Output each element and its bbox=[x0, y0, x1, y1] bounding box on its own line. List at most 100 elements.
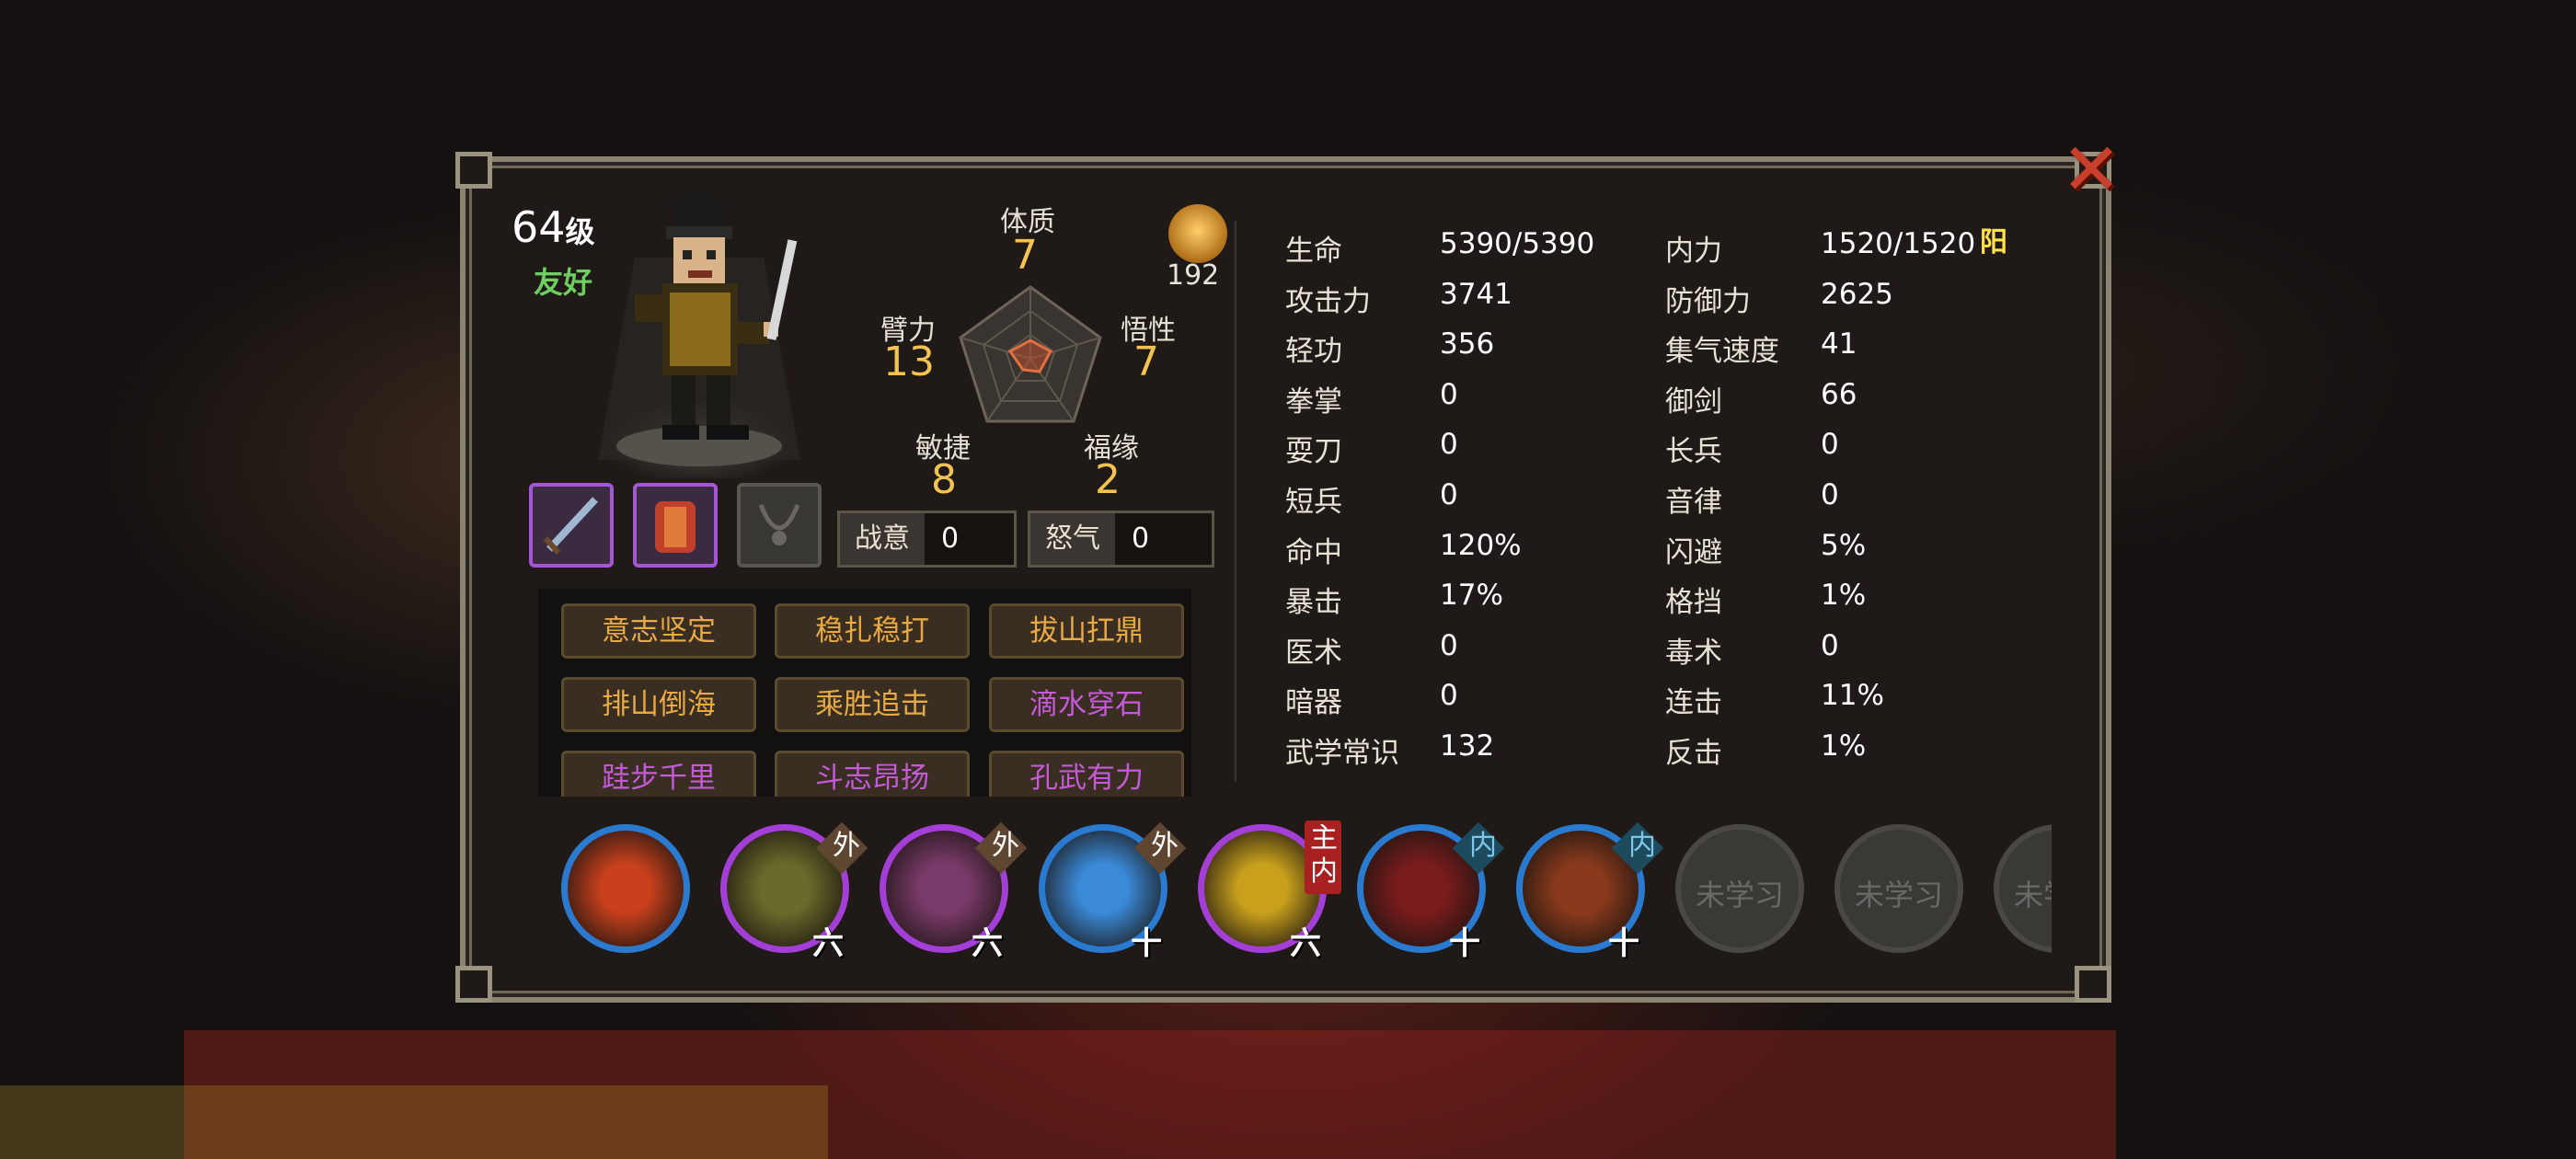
stat-value: 0 bbox=[1821, 628, 1839, 662]
skill-level-mark: 十 bbox=[1449, 925, 1480, 962]
skill-level-mark: 十 bbox=[1131, 925, 1162, 962]
stat-value: 0 bbox=[1440, 428, 1458, 462]
stat-value: 66 bbox=[1821, 377, 1857, 411]
stat-label: 音律 bbox=[1665, 486, 1722, 519]
stat-value: 0 bbox=[1821, 428, 1839, 462]
trait-label: 乘胜追击 bbox=[815, 688, 929, 721]
stat-label: 毒术 bbox=[1665, 636, 1722, 670]
stat-label: 闪避 bbox=[1665, 535, 1722, 569]
skill-icon[interactable] bbox=[561, 824, 690, 953]
trait-label: 稳扎稳打 bbox=[815, 614, 929, 648]
trait-label: 拔山扛鼎 bbox=[1029, 614, 1144, 648]
stat-label: 生命 bbox=[1285, 235, 1342, 268]
stat-value: 0 bbox=[1440, 478, 1458, 511]
equip-slot-accessory[interactable] bbox=[737, 483, 822, 568]
skill-type-text: 外 bbox=[833, 830, 860, 862]
trait-tag[interactable]: 跬步千里 bbox=[561, 751, 756, 797]
trait-label: 排山倒海 bbox=[602, 688, 716, 721]
character-portrait bbox=[570, 184, 828, 478]
attr-insight-value: 7 bbox=[1133, 339, 1159, 385]
locked-skill-slot[interactable]: 未学习 bbox=[1994, 824, 2052, 953]
locked-skill-slot[interactable]: 未学习 bbox=[1834, 824, 1963, 953]
locked-skill-label: 未学习 bbox=[1854, 878, 1943, 912]
trait-tag[interactable]: 斗志昂扬 bbox=[775, 751, 970, 797]
fighting-spirit-meter: 战意 0 bbox=[837, 511, 1017, 568]
trait-label: 跬步千里 bbox=[602, 762, 716, 795]
trait-tag[interactable]: 拔山扛鼎 bbox=[989, 603, 1184, 659]
close-icon[interactable]: ✕ bbox=[2059, 134, 2123, 206]
equip-slot-weapon[interactable] bbox=[529, 483, 614, 568]
stat-value: 1% bbox=[1821, 729, 1867, 763]
rage-label: 怒气 bbox=[1030, 513, 1115, 565]
stat-label: 拳掌 bbox=[1285, 384, 1342, 419]
stat-value: 120% bbox=[1440, 528, 1522, 562]
fame-value: 192 bbox=[1167, 259, 1220, 292]
fighting-spirit-value: 0 bbox=[941, 522, 960, 555]
stat-value: 2625 bbox=[1821, 277, 1893, 311]
trait-label: 斗志昂扬 bbox=[815, 762, 929, 795]
locked-skill-label: 未学习 bbox=[2013, 878, 2052, 912]
trait-tag[interactable]: 稳扎稳打 bbox=[775, 603, 970, 659]
stat-label: 短兵 bbox=[1285, 486, 1342, 519]
attr-strength-value: 13 bbox=[883, 339, 935, 385]
fighting-spirit-label: 战意 bbox=[840, 513, 925, 565]
panel-corner-tl bbox=[455, 152, 492, 189]
skill-type-text: 内 bbox=[1628, 830, 1656, 862]
attr-constitution-value: 7 bbox=[1012, 232, 1038, 279]
skill-level-mark: 六 bbox=[812, 925, 844, 962]
traits-list[interactable]: 意志坚定 稳扎稳打 拔山扛鼎 排山倒海 乘胜追击 滴水穿石 跬步千里 斗志昂扬 … bbox=[538, 589, 1191, 797]
stat-value: 3741 bbox=[1440, 277, 1512, 311]
stat-label: 命中 bbox=[1285, 535, 1342, 569]
stat-value: 5390/5390 bbox=[1440, 227, 1595, 260]
attr-agility-value: 8 bbox=[931, 456, 957, 503]
panel-corner-br bbox=[2075, 966, 2111, 1003]
stat-label: 格挡 bbox=[1665, 586, 1722, 620]
panel-corner-bl bbox=[455, 966, 492, 1003]
stat-label: 防御力 bbox=[1665, 284, 1751, 318]
level-number: 64 bbox=[512, 202, 566, 252]
panel-divider bbox=[1235, 221, 1236, 782]
background-floor-gold bbox=[0, 1085, 828, 1159]
stat-value: 11% bbox=[1821, 679, 1884, 713]
stat-value: 41 bbox=[1821, 327, 1857, 361]
stat-label: 反击 bbox=[1665, 737, 1722, 770]
trait-label: 孔武有力 bbox=[1029, 762, 1144, 795]
trait-tag[interactable]: 孔武有力 bbox=[989, 751, 1184, 797]
equip-slot-armor[interactable] bbox=[633, 483, 718, 568]
sword-icon bbox=[543, 497, 598, 555]
stat-label: 医术 bbox=[1285, 636, 1342, 670]
stat-value: 5% bbox=[1821, 528, 1867, 562]
inner-type-badge: 阳 bbox=[1980, 226, 2007, 258]
trait-label: 意志坚定 bbox=[602, 614, 716, 648]
locked-skill-slot[interactable]: 未学习 bbox=[1675, 824, 1804, 953]
stat-label: 武学常识 bbox=[1285, 737, 1399, 770]
rage-value: 0 bbox=[1132, 522, 1150, 555]
trait-tag[interactable]: 滴水穿石 bbox=[989, 677, 1184, 732]
stat-value: 356 bbox=[1440, 327, 1495, 361]
stat-value: 0 bbox=[1440, 679, 1458, 713]
stat-value: 0 bbox=[1440, 377, 1458, 411]
attr-fortune-value: 2 bbox=[1095, 456, 1121, 503]
rage-meter: 怒气 0 bbox=[1028, 511, 1214, 568]
character-sprite-icon bbox=[598, 193, 800, 466]
stat-label: 攻击力 bbox=[1285, 284, 1371, 318]
trait-tag[interactable]: 排山倒海 bbox=[561, 677, 756, 732]
stat-label: 内力 bbox=[1665, 235, 1722, 268]
stat-label: 长兵 bbox=[1665, 435, 1722, 469]
trait-label: 滴水穿石 bbox=[1029, 688, 1144, 721]
skill-type-text: 外 bbox=[992, 830, 1019, 862]
stat-value: 17% bbox=[1440, 579, 1503, 613]
trait-tag[interactable]: 意志坚定 bbox=[561, 603, 756, 659]
armor-icon bbox=[655, 501, 696, 553]
skill-type-text: 内 bbox=[1469, 830, 1497, 862]
locked-skill-label: 未学习 bbox=[1695, 878, 1784, 912]
trait-tag[interactable]: 乘胜追击 bbox=[775, 677, 970, 732]
stat-label: 耍刀 bbox=[1285, 435, 1342, 469]
necklace-icon bbox=[758, 504, 800, 545]
fame-badge-icon bbox=[1168, 204, 1227, 263]
skill-level-mark: 六 bbox=[1290, 925, 1321, 962]
skill-type-text: 外 bbox=[1151, 830, 1179, 862]
stat-value: 0 bbox=[1440, 628, 1458, 662]
stat-value: 1520/1520 bbox=[1821, 227, 1976, 260]
skills-row[interactable]: 外六 外六 外十 主内六 内十 内十 未学习 未学习 未学习 bbox=[561, 819, 2052, 966]
